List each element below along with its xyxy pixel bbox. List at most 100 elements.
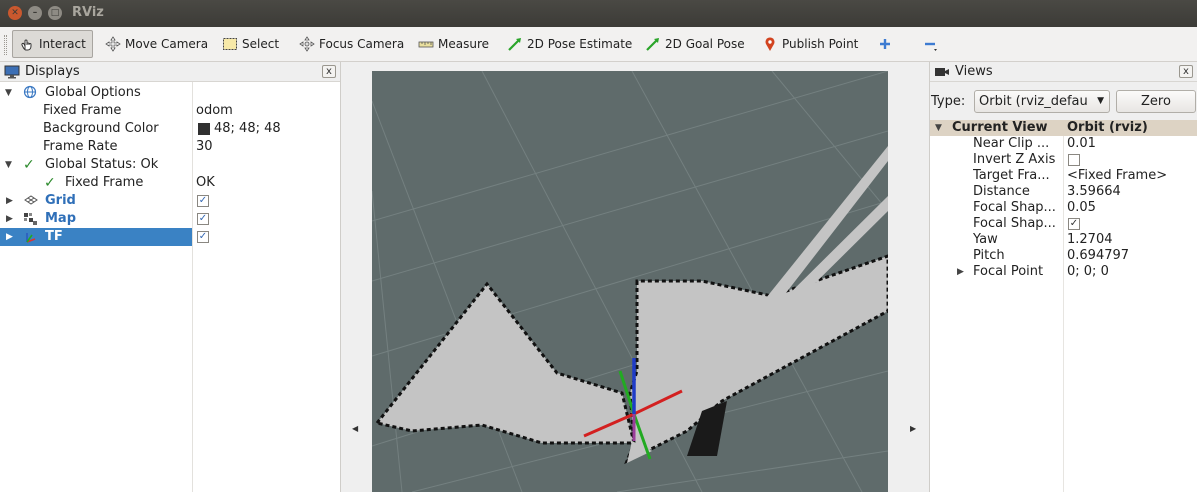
fixed-frame-value[interactable]: odom — [196, 102, 233, 120]
focal-shape-fixed-label: Focal Shap... — [973, 216, 1056, 231]
view-type-value: Orbit (rviz_defau — [979, 94, 1088, 109]
zero-button[interactable]: Zero — [1116, 90, 1196, 113]
goal-pose-tool-button[interactable]: 2D Goal Pose — [638, 30, 752, 58]
collapse-right-arrow-icon[interactable]: ▶ — [910, 424, 916, 433]
expanded-arrow-icon[interactable]: ▼ — [5, 156, 12, 174]
checkmark-icon: ✓ — [44, 175, 56, 191]
green-arrow-icon — [507, 36, 523, 52]
grid-enabled-checkbox[interactable]: ✓ — [197, 195, 209, 207]
move-camera-tool-button[interactable]: Move Camera — [98, 30, 215, 58]
global-options-label: Global Options — [45, 85, 141, 100]
add-tool-button[interactable] — [870, 30, 904, 58]
grid-label: Grid — [45, 193, 76, 208]
scene-render — [372, 71, 888, 492]
views-panel: Views x Type: Orbit (rviz_defau ▼ Zero ▼… — [929, 62, 1197, 492]
collapsed-arrow-icon[interactable]: ▶ — [957, 264, 964, 280]
tool-toolbar: Interact Move Camera Select Focus Camera… — [0, 27, 1197, 62]
view-properties-tree: ▼ Current View Orbit (rviz) Near Clip ..… — [930, 120, 1197, 492]
move-camera-label: Move Camera — [125, 37, 209, 51]
collapsed-arrow-icon[interactable]: ▶ — [6, 192, 13, 210]
distance-row[interactable]: Distance 3.59664 — [930, 184, 1197, 200]
near-clip-label: Near Clip ... — [973, 136, 1050, 151]
pitch-row[interactable]: Pitch 0.694797 — [930, 248, 1197, 264]
displays-panel-title: Displays — [25, 64, 80, 79]
views-close-button[interactable]: x — [1179, 65, 1193, 78]
minimize-window-button[interactable]: – — [28, 6, 42, 20]
publish-point-tool-button[interactable]: Publish Point — [755, 30, 865, 58]
focus-crosshair-icon — [299, 36, 315, 52]
maximize-window-button[interactable]: □ — [48, 6, 62, 20]
tf-enabled-checkbox[interactable]: ✓ — [197, 231, 209, 243]
views-panel-header: Views x — [930, 62, 1197, 82]
green-arrow-icon — [645, 36, 661, 52]
expanded-arrow-icon[interactable]: ▼ — [5, 84, 12, 102]
remove-tool-button[interactable] — [915, 30, 949, 58]
tree-row-status-fixed-frame[interactable]: ✓ Fixed Frame OK — [0, 174, 341, 192]
tree-row-fixed-frame[interactable]: Fixed Frame odom — [0, 102, 341, 120]
interact-tool-button[interactable]: Interact — [12, 30, 93, 58]
frame-rate-value[interactable]: 30 — [196, 138, 213, 156]
color-swatch[interactable] — [198, 123, 210, 135]
focal-point-row[interactable]: ▶ Focal Point 0; 0; 0 — [930, 264, 1197, 280]
yaw-value[interactable]: 1.2704 — [1067, 232, 1113, 248]
target-frame-row[interactable]: Target Fra... <Fixed Frame> — [930, 168, 1197, 184]
yaw-row[interactable]: Yaw 1.2704 — [930, 232, 1197, 248]
select-tool-button[interactable]: Select — [215, 30, 286, 58]
map-label: Map — [45, 211, 77, 226]
close-window-button[interactable]: ✕ — [8, 6, 22, 20]
selection-box-icon — [222, 36, 238, 52]
target-frame-label: Target Fra... — [973, 168, 1050, 183]
invert-z-checkbox[interactable] — [1068, 154, 1080, 166]
3d-render-viewport[interactable] — [372, 71, 888, 492]
map-pin-icon — [762, 36, 778, 52]
focal-shape-fixed-row[interactable]: Focal Shap... ✓ — [930, 216, 1197, 232]
focal-shape-size-value[interactable]: 0.05 — [1067, 200, 1096, 216]
tf-label: TF — [45, 229, 63, 244]
current-view-row[interactable]: ▼ Current View Orbit (rviz) — [930, 120, 1197, 136]
focal-point-value[interactable]: 0; 0; 0 — [1067, 264, 1109, 280]
target-frame-value[interactable]: <Fixed Frame> — [1067, 168, 1167, 184]
current-view-value: Orbit (rviz) — [1067, 120, 1148, 135]
tree-row-background-color[interactable]: Background Color 48; 48; 48 — [0, 120, 341, 138]
background-color-label: Background Color — [43, 121, 159, 136]
tree-row-frame-rate[interactable]: Frame Rate 30 — [0, 138, 341, 156]
pose-estimate-tool-button[interactable]: 2D Pose Estimate — [500, 30, 639, 58]
displays-close-button[interactable]: x — [322, 65, 336, 78]
interact-label: Interact — [39, 37, 86, 51]
hand-pointer-icon — [19, 36, 35, 52]
distance-label: Distance — [973, 184, 1030, 199]
goal-pose-label: 2D Goal Pose — [665, 37, 745, 51]
tf-axes-icon — [23, 230, 37, 250]
tree-row-tf[interactable]: ▶ TF ✓ — [0, 228, 341, 246]
expanded-arrow-icon[interactable]: ▼ — [935, 120, 942, 136]
tree-row-map[interactable]: ▶ Map ✓ — [0, 210, 341, 228]
focus-camera-tool-button[interactable]: Focus Camera — [292, 30, 411, 58]
focal-shape-size-label: Focal Shap... — [973, 200, 1056, 215]
views-panel-title: Views — [955, 64, 993, 79]
right-splitter[interactable]: ▶ — [898, 62, 929, 492]
collapsed-arrow-icon[interactable]: ▶ — [6, 210, 13, 228]
collapse-left-arrow-icon[interactable]: ◀ — [352, 424, 358, 433]
toolbar-grip[interactable] — [4, 35, 7, 55]
invert-z-row[interactable]: Invert Z Axis — [930, 152, 1197, 168]
background-color-value[interactable]: 48; 48; 48 — [214, 120, 281, 138]
near-clip-row[interactable]: Near Clip ... 0.01 — [930, 136, 1197, 152]
near-clip-value[interactable]: 0.01 — [1067, 136, 1096, 152]
distance-value[interactable]: 3.59664 — [1067, 184, 1121, 200]
tree-row-global-status[interactable]: ▼ ✓ Global Status: Ok — [0, 156, 341, 174]
focal-shape-size-row[interactable]: Focal Shap... 0.05 — [930, 200, 1197, 216]
tree-row-global-options[interactable]: ▼ Global Options — [0, 84, 341, 102]
pitch-value[interactable]: 0.694797 — [1067, 248, 1129, 264]
measure-label: Measure — [438, 37, 489, 51]
displays-panel: Displays x ▼ Global Options Fixed Frame … — [0, 62, 341, 492]
minus-icon — [922, 36, 938, 52]
measure-tool-button[interactable]: Measure — [411, 30, 496, 58]
type-label: Type: — [931, 94, 966, 109]
ruler-icon — [418, 36, 434, 52]
left-splitter[interactable]: ◀ — [341, 62, 372, 492]
focal-shape-fixed-checkbox[interactable]: ✓ — [1068, 218, 1080, 230]
view-type-select[interactable]: Orbit (rviz_defau ▼ — [974, 90, 1110, 113]
map-enabled-checkbox[interactable]: ✓ — [197, 213, 209, 225]
collapsed-arrow-icon[interactable]: ▶ — [6, 228, 13, 246]
tree-row-grid[interactable]: ▶ Grid ✓ — [0, 192, 341, 210]
